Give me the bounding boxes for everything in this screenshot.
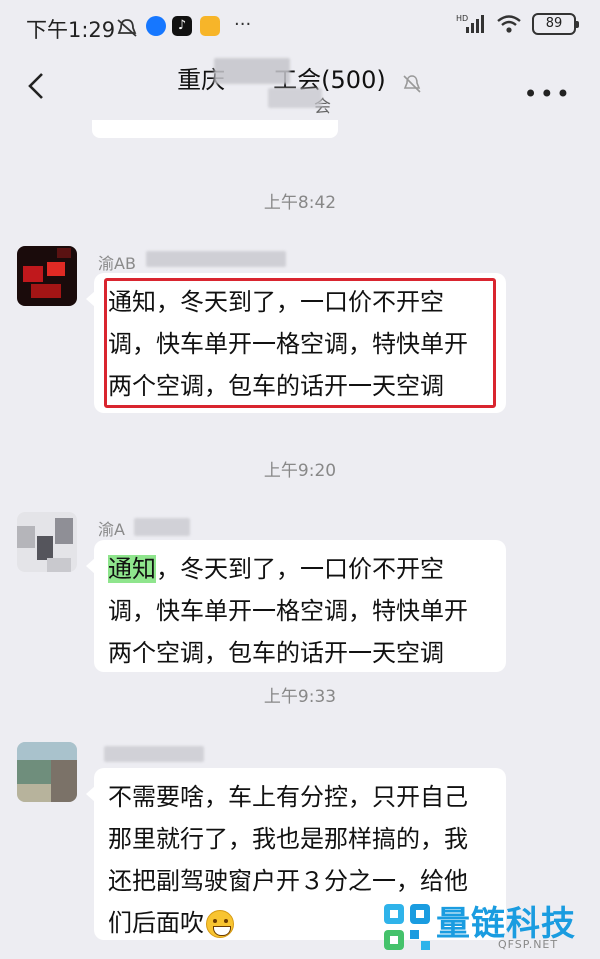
wifi-icon <box>497 15 521 33</box>
avatar[interactable] <box>17 246 77 306</box>
timestamp: 上午9:20 <box>263 461 337 481</box>
bell-mute-icon <box>117 19 137 37</box>
previous-message-bubble <box>92 120 338 138</box>
svg-text:HD: HD <box>456 14 468 23</box>
more-options-button[interactable]: ••• <box>524 80 572 108</box>
timestamp: 上午9:33 <box>263 687 337 707</box>
tiktok-icon: ♪ <box>172 16 192 36</box>
message-line-text: 们后面吹 <box>108 909 204 937</box>
app-notification-icon <box>146 16 166 36</box>
message-line: 通知，冬天到了，一口价不开空 <box>108 548 492 590</box>
sender-name: 渝A <box>98 520 125 539</box>
message-line: 不需要啥，车上有分控，只开自己 <box>108 783 468 811</box>
grinning-face-icon <box>206 910 234 938</box>
message-line: 那里就行了，我也是那样搞的，我 <box>108 825 468 853</box>
redacted-sender-blur <box>134 518 190 536</box>
message-bubble[interactable]: 通知，冬天到了，一口价不开空 调，快车单开一格空调，特快单开 两个空调，包车的话… <box>86 273 506 413</box>
watermark-logo-icon <box>384 904 430 950</box>
signal-icon: HD <box>456 14 484 33</box>
notes-app-icon <box>200 16 220 36</box>
watermark: 量链科技 QFSP.NET <box>380 898 594 954</box>
timestamp: 上午8:42 <box>263 193 337 213</box>
message-line: 还把副驾驶窗户开３分之一，给他 <box>108 867 468 895</box>
message-line: 调，快车单开一格空调，特快单开 <box>108 597 468 625</box>
avatar[interactable] <box>17 742 77 802</box>
more-notifications-icon: ··· <box>234 14 252 35</box>
status-time: 下午1:29 <box>26 18 116 42</box>
message-line: 调，快车单开一格空调，特快单开 <box>108 330 468 358</box>
redacted-sender-blur <box>104 746 204 762</box>
chat-header: 重庆 工会(500) 会 ••• <box>0 50 600 120</box>
redacted-subtitle-blur <box>268 88 322 108</box>
battery-indicator: 89 <box>532 13 579 35</box>
message-line-text: ，冬天到了，一口价不开空 <box>156 555 444 583</box>
redacted-sender-blur <box>146 251 286 267</box>
keyword-highlight: 通知 <box>108 555 156 583</box>
message-line: 通知，冬天到了，一口价不开空 <box>108 288 444 316</box>
message-line: 两个空调，包车的话开一天空调 <box>108 639 444 667</box>
battery-level: 89 <box>545 16 563 31</box>
message-bubble[interactable]: 通知，冬天到了，一口价不开空 调，快车单开一格空调，特快单开 两个空调，包车的话… <box>86 540 506 672</box>
redacted-title-blur <box>214 58 290 84</box>
message-line: 两个空调，包车的话开一天空调 <box>108 372 444 400</box>
sender-name: 渝AB <box>98 254 136 273</box>
watermark-domain: QFSP.NET <box>498 938 559 951</box>
avatar[interactable] <box>17 512 77 572</box>
